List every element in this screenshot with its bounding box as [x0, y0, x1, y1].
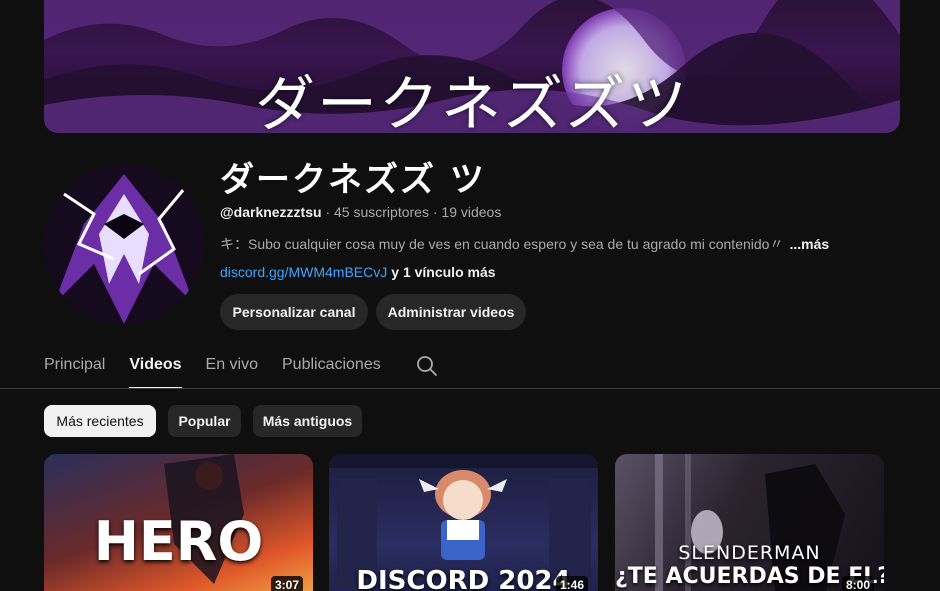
tab-live[interactable]: En vivo	[206, 344, 258, 389]
discord-link[interactable]: discord.gg/MWM4mBECvJ	[220, 264, 387, 280]
subscriber-count: 45 suscriptores	[334, 204, 429, 220]
thumbnail-subtitle: SLENDERMAN	[678, 542, 821, 564]
search-icon[interactable]	[415, 354, 439, 378]
channel-banner: ダークネズズツ	[44, 0, 900, 133]
video-duration: 1:46	[555, 576, 588, 591]
customize-channel-button[interactable]: Personalizar canal	[220, 294, 368, 330]
video-thumbnail[interactable]: DISCORD 2024 1:46	[329, 454, 598, 591]
channel-avatar[interactable]	[44, 164, 204, 324]
tabs-divider	[0, 388, 940, 389]
banner-title: ダークネズズツ	[255, 70, 689, 133]
more-links[interactable]: y 1 vínculo más	[391, 264, 495, 280]
channel-tabs: Principal Videos En vivo Publicaciones	[44, 344, 439, 389]
chip-latest[interactable]: Más recientes	[44, 405, 156, 437]
thumbnail-title: HERO	[93, 510, 264, 573]
description-text: キ：Subo cualquier cosa muy de ves en cuan…	[220, 236, 784, 252]
meta-separator: ·	[321, 204, 335, 220]
manage-videos-button[interactable]: Administrar videos	[376, 294, 526, 330]
chip-oldest[interactable]: Más antiguos	[253, 405, 362, 437]
channel-name: ダークネズズ ツ	[220, 160, 486, 200]
chip-popular[interactable]: Popular	[168, 405, 241, 437]
video-thumbnail[interactable]: SLENDERMAN ¿TE ACUERDAS DE EL? 8:00	[615, 454, 884, 591]
meta-separator: ·	[428, 204, 442, 220]
more-link[interactable]: ...más	[789, 236, 829, 252]
channel-handle: @darknezzztsu	[220, 204, 322, 220]
channel-meta: @darknezzztsu · 45 suscriptores · 19 vid…	[220, 204, 501, 220]
tab-principal[interactable]: Principal	[44, 344, 105, 389]
video-duration: 3:07	[270, 576, 303, 591]
video-count: 19 videos	[441, 204, 502, 220]
channel-links: discord.gg/MWM4mBECvJ y 1 vínculo más	[220, 264, 496, 280]
channel-description[interactable]: キ：Subo cualquier cosa muy de ves en cuan…	[220, 234, 829, 254]
video-thumbnail[interactable]: HERO 3:07	[44, 454, 313, 591]
tab-posts[interactable]: Publicaciones	[282, 344, 381, 389]
video-duration: 8:00	[841, 576, 874, 591]
avatar-image	[44, 164, 204, 324]
tab-videos[interactable]: Videos	[129, 344, 182, 389]
